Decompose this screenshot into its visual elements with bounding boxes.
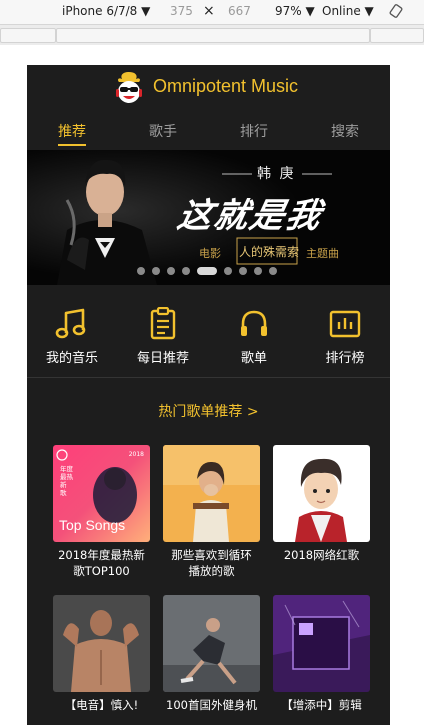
- slider-dot[interactable]: [269, 267, 277, 275]
- mascot-logo-icon: [116, 72, 142, 103]
- banner-slogan: 这就是我: [174, 196, 327, 236]
- category-playlists[interactable]: 歌单: [214, 307, 294, 366]
- playlist-title-line: 歌TOP100: [73, 564, 130, 578]
- playlist-title: 那些喜欢到循环 播放的歌: [163, 547, 260, 579]
- category-label: 排行榜: [325, 351, 365, 366]
- tab-rankings[interactable]: 排行: [224, 121, 284, 141]
- divider: [27, 377, 390, 378]
- banner-sub-right: 主题曲: [306, 247, 339, 260]
- viewport-height-input[interactable]: 667: [228, 4, 251, 18]
- active-tab-indicator: [58, 144, 86, 146]
- tab-recommend[interactable]: 推荐: [42, 121, 102, 141]
- playlist-card[interactable]: 2018 年度 最热 新 歌 Top Songs 2018年度最热新 歌TOP1…: [53, 445, 150, 579]
- viewport-width-input[interactable]: 375: [170, 4, 193, 18]
- banner-sub-left: 电影: [199, 247, 221, 260]
- phone-viewport: Omnipotent Music 推荐 歌手 排行 搜索 韩 庚 这就是我 电影…: [27, 65, 390, 725]
- playlist-cover: [53, 595, 150, 692]
- playlist-title-line: 播放的歌: [188, 564, 235, 578]
- banner-slide[interactable]: 韩 庚 这就是我 电影 人的殊需索 主题曲: [27, 150, 390, 285]
- playlist-card[interactable]: 【增添中】剪辑: [273, 595, 370, 713]
- playlist-card[interactable]: 【电音】慎入!: [53, 595, 150, 713]
- cover-year: 2018: [128, 451, 144, 458]
- playlist-title-line: 2018网络红歌: [283, 548, 360, 562]
- app-header: Omnipotent Music: [27, 65, 390, 109]
- cover-title: Top Songs: [59, 517, 126, 533]
- cover-text: 歌: [60, 489, 67, 497]
- category-my-music[interactable]: 我的音乐: [32, 307, 112, 366]
- playlist-title: 100首国外健身机: [163, 697, 260, 713]
- clipboard-list-icon: [150, 307, 176, 340]
- rotate-icon[interactable]: [389, 4, 403, 18]
- headphones-icon: [241, 310, 267, 336]
- playlist-title-line: 100首国外健身机: [166, 698, 257, 712]
- music-note-icon: [55, 308, 86, 339]
- playlist-card[interactable]: 那些喜欢到循环 播放的歌: [163, 445, 260, 579]
- slider-dot[interactable]: [182, 267, 190, 275]
- playlist-title-line: 【增添中】剪辑: [281, 698, 362, 712]
- banner-film-title: 人的殊需索: [239, 245, 300, 259]
- playlist-title: 【增添中】剪辑: [273, 697, 370, 713]
- slider-dot[interactable]: [254, 267, 262, 275]
- device-toolbar: iPhone 6/7/8 ▼ 375 × 667 97% ▼ Online ▼: [0, 0, 424, 25]
- media-query-bar[interactable]: [0, 25, 424, 45]
- playlist-title-line: 那些喜欢到循环: [171, 548, 252, 562]
- playlist-cover: [163, 445, 260, 542]
- tab-search[interactable]: 搜索: [315, 121, 375, 141]
- slider-dot[interactable]: [137, 267, 145, 275]
- playlist-cover: 2018 年度 最热 新 歌 Top Songs: [53, 445, 150, 542]
- category-charts[interactable]: 排行榜: [305, 307, 385, 366]
- slider-dot[interactable]: [239, 267, 247, 275]
- hot-playlists-heading[interactable]: 热门歌单推荐 >: [27, 401, 390, 421]
- playlist-title: 2018网络红歌: [273, 547, 370, 563]
- device-select[interactable]: iPhone 6/7/8 ▼: [62, 4, 150, 18]
- category-label: 歌单: [240, 351, 267, 366]
- zoom-select[interactable]: 97% ▼: [275, 4, 315, 18]
- playlist-title-line: 2018年度最热新: [58, 548, 145, 562]
- slider-dot[interactable]: [224, 267, 232, 275]
- slider-dot[interactable]: [167, 267, 175, 275]
- cover-text: 热: [66, 473, 74, 481]
- tab-singers[interactable]: 歌手: [133, 121, 193, 141]
- playlist-card[interactable]: 2018网络红歌: [273, 445, 370, 563]
- slider-dot[interactable]: [152, 267, 160, 275]
- slider-dot-active[interactable]: [197, 267, 217, 275]
- category-daily-recommend[interactable]: 每日推荐: [123, 307, 203, 366]
- category-label: 我的音乐: [45, 351, 98, 366]
- cover-text: 新: [60, 481, 67, 489]
- category-label: 每日推荐: [136, 351, 189, 366]
- playlist-card[interactable]: 100首国外健身机: [163, 595, 260, 713]
- playlist-title-line: 【电音】慎入!: [64, 698, 139, 712]
- playlist-title: 【电音】慎入!: [53, 697, 150, 713]
- banner-artist: 韩 庚: [257, 166, 296, 182]
- playlist-cover: [273, 595, 370, 692]
- cover-text: 度: [66, 465, 74, 473]
- bar-chart-icon: [329, 310, 361, 338]
- network-throttle-select[interactable]: Online ▼: [322, 4, 374, 18]
- playlist-cover: [163, 595, 260, 692]
- playlist-cover: [273, 445, 370, 542]
- playlist-title: 2018年度最热新 歌TOP100: [53, 547, 150, 579]
- dimension-separator: ×: [203, 3, 215, 19]
- brand-title: Omnipotent Music: [153, 76, 299, 96]
